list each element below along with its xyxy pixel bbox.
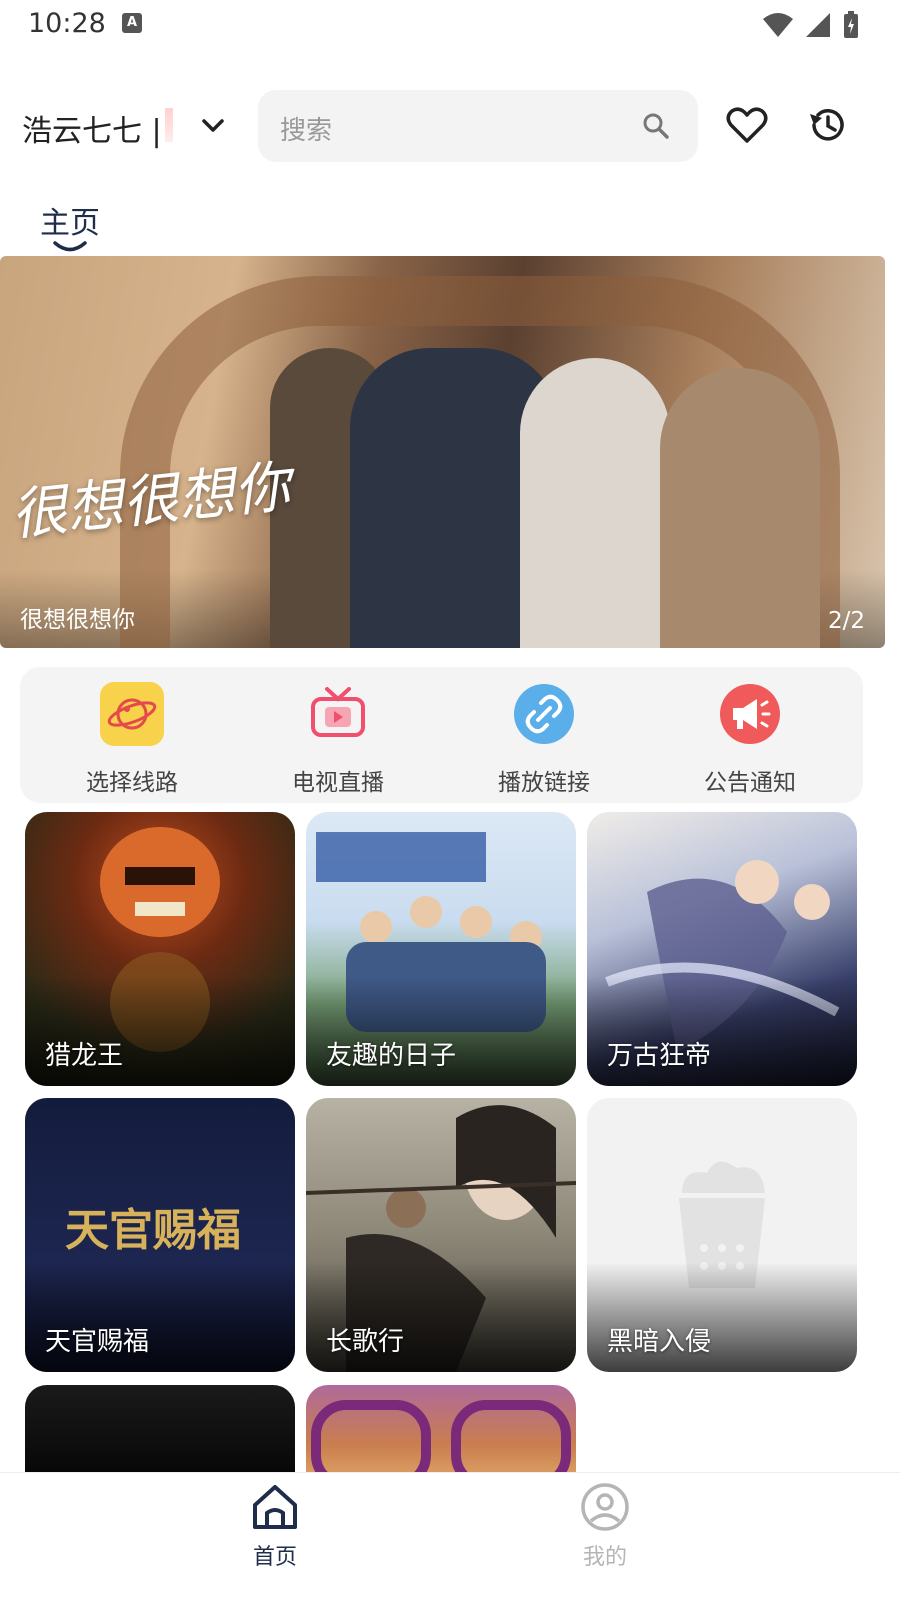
- nav-home[interactable]: 首页: [215, 1481, 335, 1571]
- bottom-navigation: 首页 我的: [0, 1472, 900, 1600]
- home-icon: [253, 1485, 297, 1529]
- nav-label: 首页: [252, 1545, 297, 1570]
- tab-active-indicator: [53, 241, 87, 252]
- card-title: 长歌行: [326, 1327, 405, 1357]
- card-title: 友趣的日子: [326, 1041, 457, 1071]
- user-profile-icon: [581, 1483, 629, 1531]
- quick-action-tv-live[interactable]: 电视直播: [238, 681, 438, 797]
- card-title: 天官赐福: [45, 1327, 150, 1357]
- media-card[interactable]: 长歌行: [306, 1098, 576, 1372]
- media-card[interactable]: 猎龙王: [25, 812, 295, 1086]
- card-title: 万古狂帝: [607, 1041, 712, 1071]
- poster-calligraphy: 天官赐福: [65, 1205, 241, 1256]
- banner-caption: 很想很想你: [20, 607, 135, 633]
- top-header: 浩云七七 | 搜索: [0, 88, 900, 164]
- media-card[interactable]: 万古狂帝: [587, 812, 857, 1086]
- media-card[interactable]: [25, 1385, 295, 1485]
- status-icons: [762, 10, 860, 40]
- hero-banner[interactable]: 很想很想你 很想很想你 2/2: [0, 256, 885, 648]
- megaphone-icon: [720, 684, 780, 744]
- media-card[interactable]: 黑暗入侵: [587, 1098, 857, 1372]
- banner-figure: [660, 368, 820, 648]
- source-selector-label[interactable]: 浩云七七 |: [22, 106, 172, 150]
- history-icon[interactable]: [804, 102, 850, 148]
- quick-action-select-route[interactable]: 选择线路: [32, 681, 232, 797]
- quick-actions-panel: 选择线路 电视直播 播放链接 公告通知: [20, 667, 863, 803]
- quick-action-label: 公告通知: [704, 770, 796, 796]
- quick-action-label: 播放链接: [498, 770, 590, 796]
- source-color-tag: [165, 108, 173, 142]
- notification-icon: A: [122, 13, 142, 33]
- banner-figure: [520, 358, 670, 648]
- favorites-heart-icon[interactable]: [724, 102, 770, 148]
- search-input[interactable]: 搜索: [258, 90, 698, 162]
- tab-home[interactable]: 主页: [40, 198, 100, 242]
- nav-label: 我的: [582, 1545, 627, 1570]
- nav-profile[interactable]: 我的: [545, 1481, 665, 1571]
- status-time: 10:28: [28, 8, 106, 39]
- signal-icon: [806, 13, 830, 37]
- planet-icon: [100, 682, 164, 746]
- quick-action-announcements[interactable]: 公告通知: [650, 681, 850, 797]
- poster-sunglasses-art: [311, 1400, 571, 1485]
- wifi-icon: [763, 13, 793, 37]
- search-icon[interactable]: [640, 110, 672, 142]
- chevron-down-icon[interactable]: [196, 108, 230, 142]
- battery-icon: [844, 11, 858, 38]
- quick-action-play-link[interactable]: 播放链接: [444, 681, 644, 797]
- card-title: 黑暗入侵: [607, 1327, 712, 1357]
- banner-page-counter: 2/2: [827, 608, 865, 634]
- link-icon: [514, 684, 574, 744]
- status-bar: 10:28 A: [0, 0, 900, 52]
- media-card[interactable]: 天官赐福 天官赐福: [25, 1098, 295, 1372]
- media-card[interactable]: [306, 1385, 576, 1485]
- tv-icon: [311, 687, 365, 737]
- media-card[interactable]: 友趣的日子: [306, 812, 576, 1086]
- quick-action-label: 选择线路: [86, 770, 178, 796]
- search-placeholder: 搜索: [280, 116, 333, 146]
- card-title: 猎龙王: [45, 1041, 124, 1071]
- quick-action-label: 电视直播: [292, 770, 384, 796]
